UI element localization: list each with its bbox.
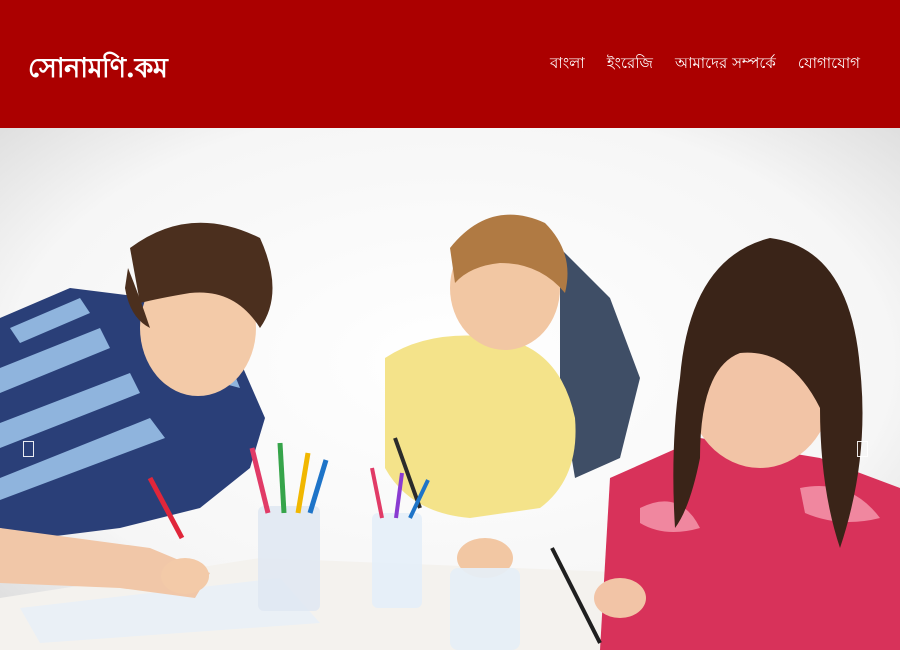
- chevron-left-icon: [22, 441, 34, 457]
- children-drawing-photo: [0, 128, 900, 650]
- main-menu: বাংলা ইংরেজি আমাদের সম্পর্কে যোগাযোগ: [550, 52, 860, 77]
- top-navbar: সোনামণি.কম বাংলা ইংরেজি আমাদের সম্পর্কে …: [0, 0, 900, 128]
- nav-link-english[interactable]: ইংরেজি: [607, 54, 653, 72]
- chevron-right-icon: [856, 441, 868, 457]
- nav-item-english: ইংরেজি: [607, 52, 653, 77]
- nav-link-about[interactable]: আমাদের সম্পর্কে: [675, 54, 776, 72]
- nav-item-bangla: বাংলা: [550, 52, 585, 77]
- image-carousel: [0, 128, 900, 650]
- carousel-prev-button[interactable]: [16, 434, 40, 464]
- nav-link-bangla[interactable]: বাংলা: [550, 54, 585, 72]
- carousel-next-button[interactable]: [850, 434, 874, 464]
- site-brand-link[interactable]: সোনামণি.কম: [28, 48, 168, 93]
- nav-item-about: আমাদের সম্পর্কে: [675, 52, 776, 77]
- nav-item-contact: যোগাযোগ: [798, 52, 860, 77]
- nav-link-contact[interactable]: যোগাযোগ: [798, 54, 860, 72]
